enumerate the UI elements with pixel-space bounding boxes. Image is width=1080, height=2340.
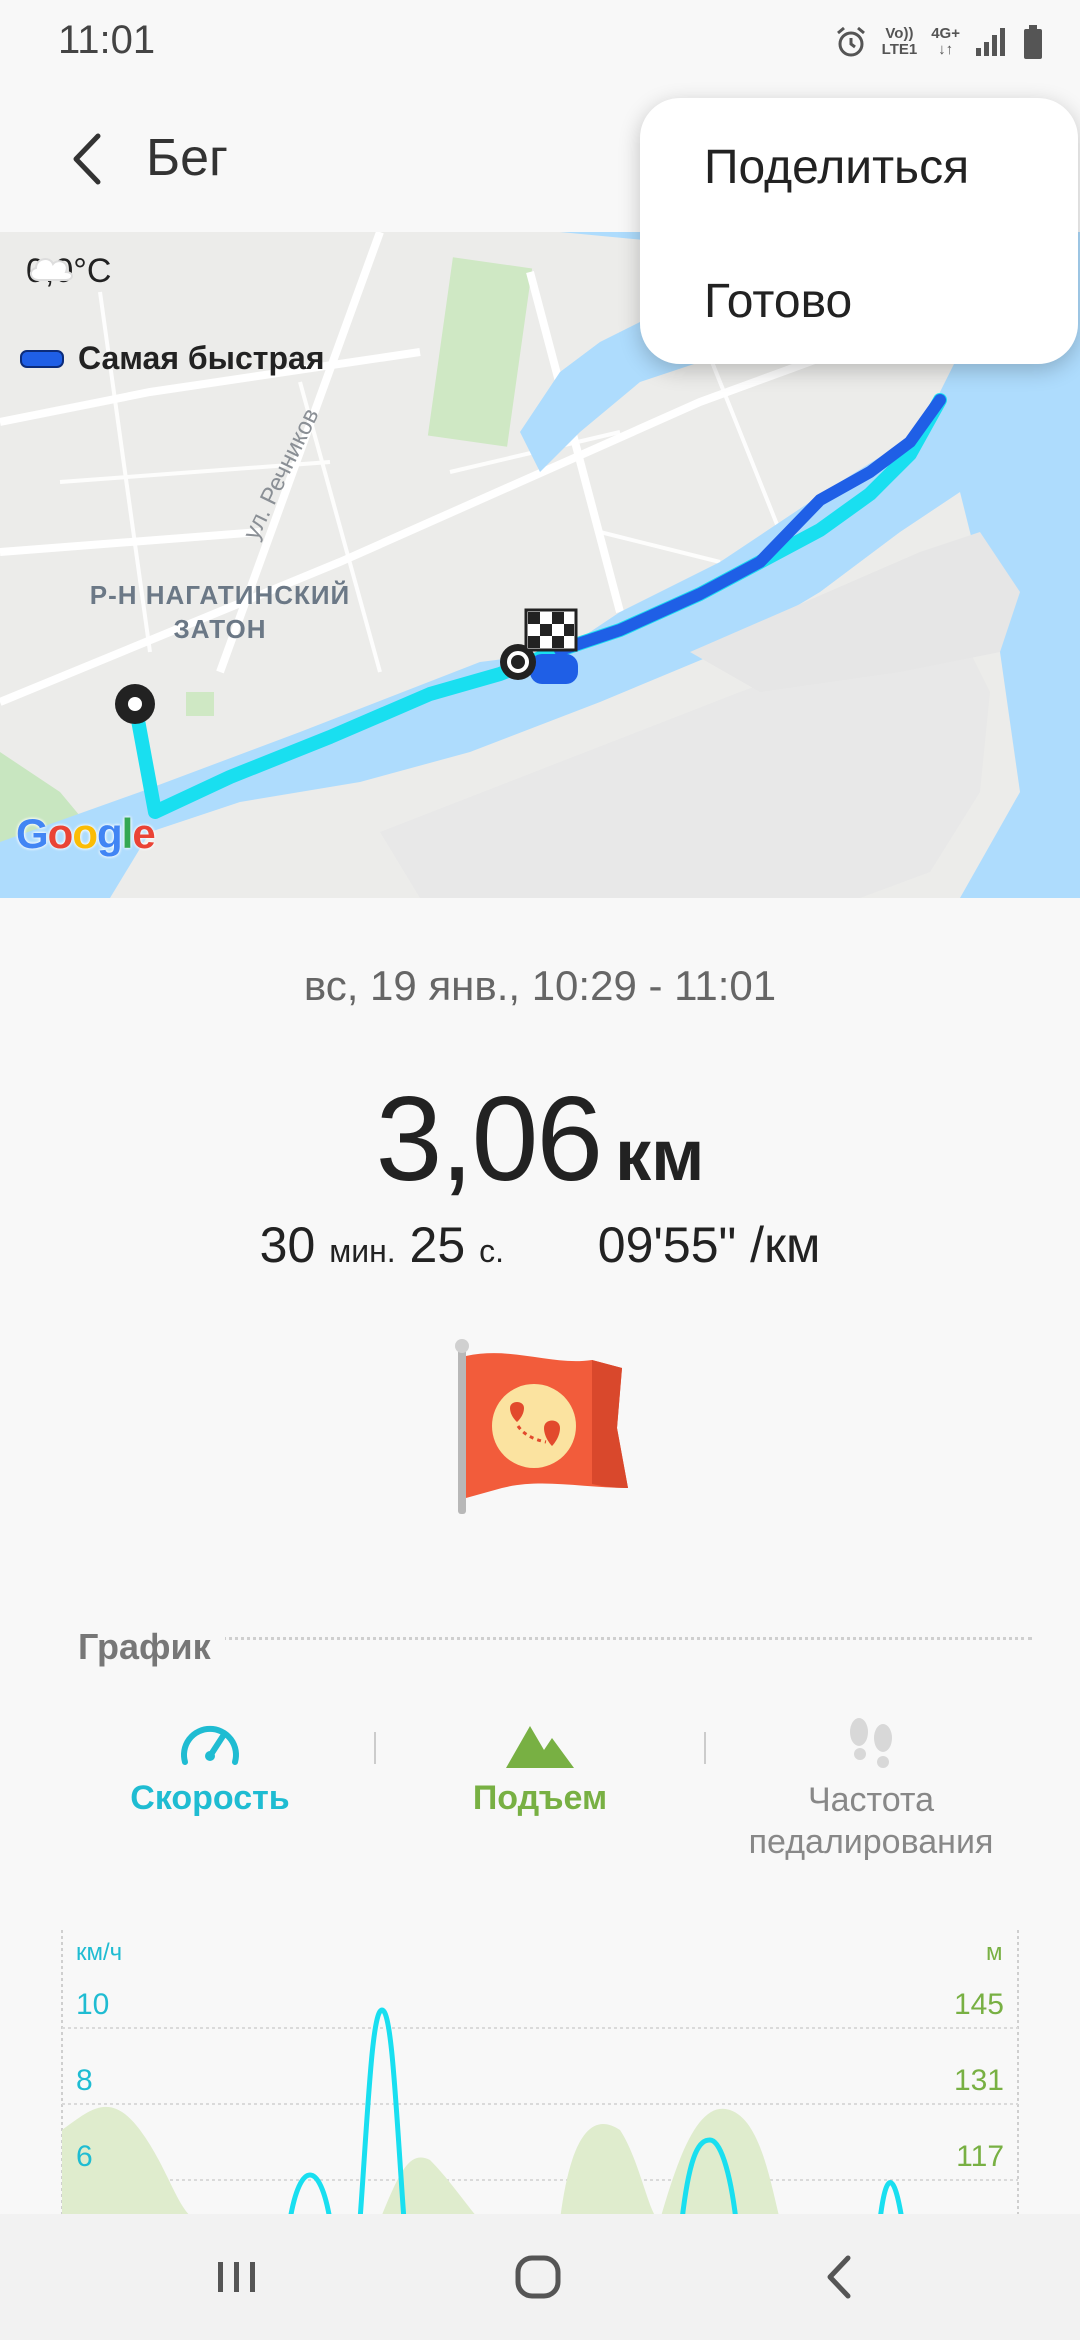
network-indicator: 4G+ ↓↑ <box>931 25 960 58</box>
pace-value: 09'55" /км <box>597 1217 821 1273</box>
tab-cadence[interactable]: Частота педалирования <box>716 1716 1026 1863</box>
legend-swatch <box>20 349 64 368</box>
workout-date-range: вс, 19 янв., 10:29 - 11:01 <box>303 962 777 1009</box>
signal-icon <box>976 28 1005 56</box>
tab-climb[interactable]: Подъем <box>440 1716 640 1819</box>
route-legend: Самая быстрая <box>20 340 324 377</box>
tab-speed-label: Скорость <box>130 1779 290 1817</box>
left-tick: 10 <box>76 1988 109 2021</box>
google-logo: Google <box>16 810 156 857</box>
speed-elevation-chart[interactable]: км/ч м 10 8 6 145 131 117 <box>0 1930 1080 2220</box>
status-icons: Vo)) LTE1 4G+ ↓↑ <box>834 18 1044 66</box>
left-tick: 8 <box>76 2064 93 2097</box>
seconds-label: с. <box>479 1233 504 1269</box>
footprints-icon <box>850 1718 892 1768</box>
tab-speed[interactable]: Скорость <box>110 1716 310 1819</box>
graph-section-title: График <box>78 1626 225 1668</box>
distance-display: 3,06 км <box>0 1070 1080 1208</box>
duration-minutes: 30 <box>259 1217 316 1273</box>
status-time: 11:01 <box>58 18 156 62</box>
duration-seconds: 25 <box>409 1217 466 1273</box>
left-tick: 6 <box>76 2140 93 2173</box>
route-achievement-flag-icon[interactable] <box>452 1338 632 1514</box>
distance-unit: км <box>615 1116 705 1196</box>
battery-icon <box>1024 25 1042 59</box>
overflow-menu: Поделиться Готово <box>640 98 1078 364</box>
right-tick: 117 <box>956 2140 1004 2173</box>
weather-info: 0,0°C <box>26 252 111 291</box>
cloud-icon <box>30 258 73 281</box>
distance-value: 3,06 <box>375 1072 604 1206</box>
workout-metrics: 30 мин. 25 с. 09'55" /км <box>0 1216 1080 1274</box>
right-tick: 131 <box>954 2064 1004 2097</box>
minutes-label: мин. <box>329 1233 396 1269</box>
tab-climb-label: Подъем <box>472 1779 608 1817</box>
right-tick: 145 <box>954 1988 1004 2021</box>
mountain-icon <box>506 1726 574 1768</box>
menu-item-share[interactable]: Поделиться <box>704 140 969 195</box>
back-icon[interactable] <box>800 2244 880 2310</box>
district-label: Р-Н НАГАТИНСКИЙ ЗАТОН <box>89 580 351 644</box>
tab-divider <box>704 1732 706 1764</box>
tab-divider <box>374 1732 376 1764</box>
tab-cadence-label: Частота педалирования <box>748 1781 994 1861</box>
volte-indicator: Vo)) LTE1 <box>881 25 918 58</box>
recent-apps-icon[interactable] <box>196 2244 276 2310</box>
home-icon[interactable] <box>498 2244 578 2310</box>
back-arrow-icon[interactable] <box>58 124 118 194</box>
page-title: Бег <box>146 129 229 187</box>
right-axis-unit: м <box>986 1939 1003 1966</box>
menu-item-done[interactable]: Готово <box>704 274 852 329</box>
finish-flag-icon <box>524 608 578 652</box>
speedometer-icon <box>181 1725 239 1765</box>
status-bar: 11:01 Vo)) LTE1 4G+ ↓↑ <box>0 0 1080 84</box>
alarm-icon <box>836 26 865 57</box>
left-axis-unit: км/ч <box>76 1939 122 1966</box>
legend-label: Самая быстрая <box>78 340 325 376</box>
navigation-bar <box>0 2214 1080 2340</box>
